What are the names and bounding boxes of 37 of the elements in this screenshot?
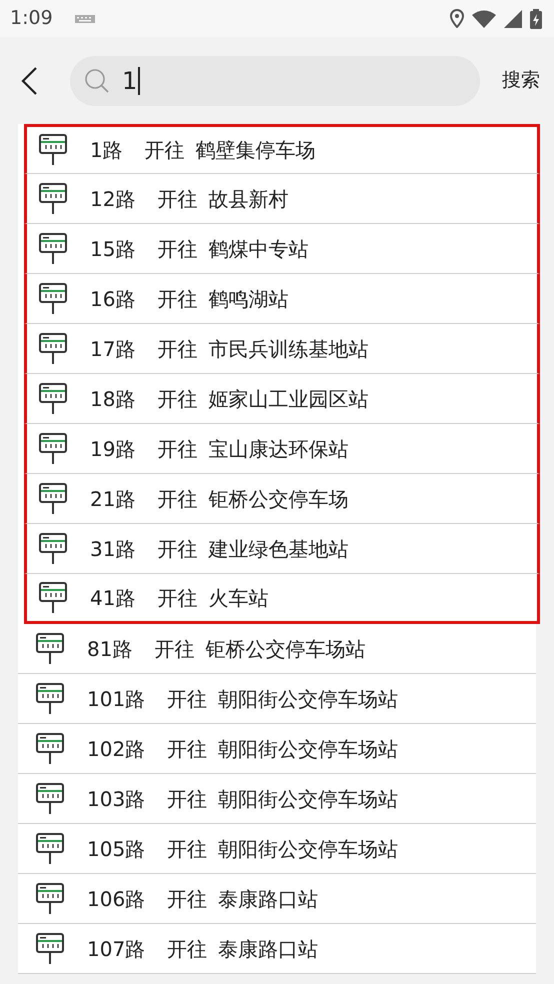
route-list-item[interactable]: 17路 开往 市民兵训练基地站 xyxy=(24,324,540,374)
bus-stop-sign-icon xyxy=(36,782,64,814)
route-list-item[interactable]: 1路 开往 鹤壁集停车场 xyxy=(24,124,540,174)
bus-stop-sign-icon xyxy=(39,432,67,464)
route-list-item[interactable]: 15路 开往 鹤煤中专站 xyxy=(24,224,540,274)
wifi-icon xyxy=(472,10,496,28)
bus-stop-sign-icon xyxy=(39,482,67,514)
search-icon xyxy=(84,68,110,94)
bus-stop-sign-icon xyxy=(36,832,64,864)
bus-stop-sign-icon xyxy=(39,182,67,214)
search-field[interactable]: 1 xyxy=(70,56,480,106)
bus-stop-sign-icon xyxy=(36,632,64,664)
bus-stop-sign-icon xyxy=(39,282,67,314)
route-list-item[interactable]: 18路 开往 姬家山工业园区站 xyxy=(24,374,540,424)
route-list-item[interactable]: 12路 开往 故县新村 xyxy=(24,174,540,224)
signal-icon xyxy=(504,10,522,28)
route-list-item[interactable]: 41路 开往 火车站 xyxy=(24,574,540,624)
back-button[interactable] xyxy=(20,66,38,94)
bus-stop-sign-icon xyxy=(39,382,67,414)
battery-icon xyxy=(530,8,542,28)
location-icon xyxy=(450,9,464,28)
route-list-item[interactable]: 31路 开往 建业绿色基地站 xyxy=(24,524,540,574)
keyboard-icon xyxy=(74,14,95,24)
route-list-item[interactable]: 19路 开往 宝山康达环保站 xyxy=(24,424,540,474)
bus-stop-sign-icon xyxy=(39,134,67,166)
bus-stop-sign-icon xyxy=(39,332,67,364)
route-list-item[interactable]: 16路 开往 鹤鸣湖站 xyxy=(24,274,540,324)
clock-time: 1:09 xyxy=(10,6,53,32)
bus-stop-sign-icon xyxy=(36,882,64,914)
search-button[interactable]: 搜索 xyxy=(502,66,540,95)
bus-stop-sign-icon xyxy=(39,232,67,264)
route-list-item[interactable]: 21路 开往 钜桥公交停车场 xyxy=(24,474,540,524)
bus-stop-sign-icon xyxy=(39,582,67,614)
bus-stop-sign-icon xyxy=(36,732,64,764)
bus-stop-sign-icon xyxy=(36,682,64,714)
bus-stop-sign-icon xyxy=(36,932,64,964)
bus-stop-sign-icon xyxy=(39,532,67,564)
